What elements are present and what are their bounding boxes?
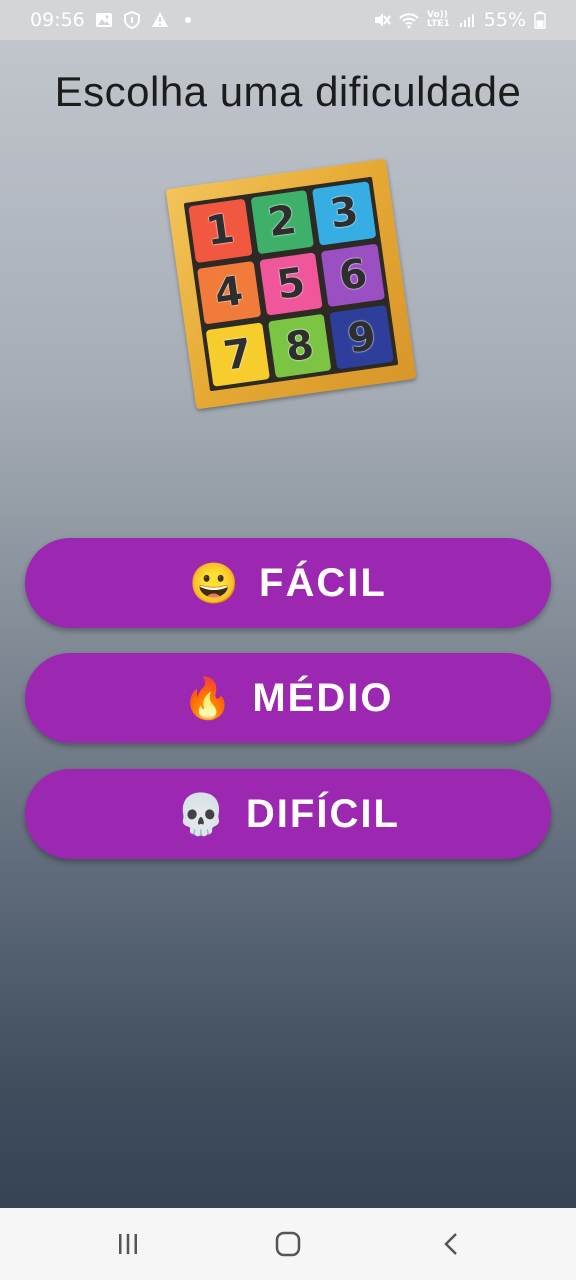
- fire-icon: 🔥: [182, 676, 235, 721]
- shield-icon: [123, 11, 140, 29]
- puzzle-tile: 7: [205, 322, 270, 387]
- puzzle-grid: 123456789: [183, 176, 399, 392]
- hard-button-label: DIFÍCIL: [245, 791, 400, 836]
- grinning-face-icon: 😀: [189, 561, 242, 606]
- image-icon: [95, 13, 112, 27]
- signal-icon: [459, 14, 474, 27]
- medium-button-label: MÉDIO: [252, 675, 394, 720]
- puzzle-image: 123456789: [165, 158, 417, 410]
- puzzle-board: 123456789: [165, 158, 417, 410]
- wifi-icon: [399, 13, 419, 29]
- recent-apps-icon: [119, 1234, 137, 1254]
- puzzle-tile: 3: [312, 181, 377, 246]
- hard-button[interactable]: 💀 DIFÍCIL: [25, 769, 551, 859]
- puzzle-tile: 9: [329, 305, 394, 370]
- navigation-bar: [0, 1208, 576, 1280]
- back-icon: [444, 1233, 457, 1255]
- warning-icon: [151, 12, 168, 27]
- skull-icon: 💀: [176, 792, 228, 837]
- puzzle-tile: 8: [267, 314, 332, 379]
- puzzle-tile: 4: [196, 260, 261, 325]
- lte-bottom-label: LTE1: [426, 19, 450, 29]
- medium-button[interactable]: 🔥 MÉDIO: [25, 653, 551, 743]
- easy-button[interactable]: 😀 FÁCIL: [25, 538, 551, 628]
- status-time: 09:56: [30, 9, 85, 31]
- mute-icon: [374, 13, 391, 27]
- puzzle-tile: 6: [321, 243, 386, 308]
- home-button[interactable]: [268, 1228, 308, 1260]
- puzzle-tile: 5: [258, 251, 323, 316]
- status-bar: 09:56 Vo)) LTE1 55%: [0, 0, 576, 40]
- puzzle-tile: 2: [250, 189, 315, 254]
- lte-icon: Vo)) LTE1: [427, 11, 450, 29]
- home-icon: [275, 1231, 301, 1257]
- battery-percent: 55%: [483, 9, 526, 31]
- easy-button-label: FÁCIL: [259, 560, 387, 605]
- battery-icon: [534, 11, 546, 29]
- recent-apps-button[interactable]: [108, 1228, 148, 1260]
- puzzle-tile: 1: [188, 198, 253, 263]
- back-button[interactable]: [432, 1228, 472, 1260]
- dot-icon: [184, 17, 191, 23]
- page-title: Escolha uma dificuldade: [54, 68, 522, 115]
- status-bar-left: 09:56: [30, 9, 197, 31]
- status-bar-right: Vo)) LTE1 55%: [373, 9, 546, 31]
